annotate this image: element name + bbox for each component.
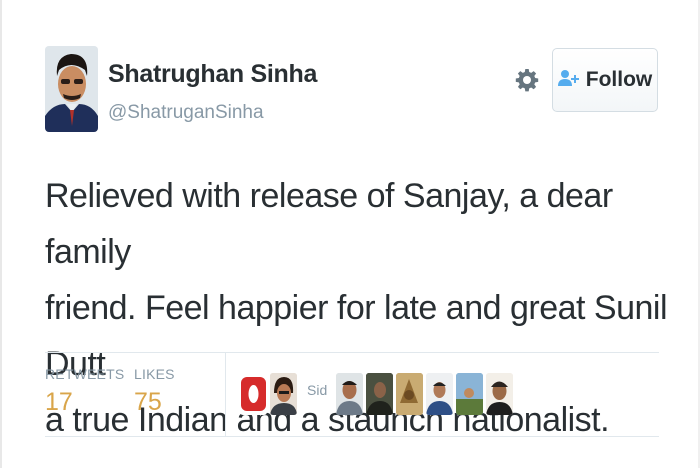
author-avatar[interactable]: [45, 46, 98, 132]
likes-stat[interactable]: LIKES 75: [134, 366, 175, 417]
stats-divider-top: [45, 352, 659, 353]
retweets-stat[interactable]: RETWEETS 17: [45, 366, 124, 417]
author-name[interactable]: Shatrughan Sinha: [108, 60, 317, 89]
follow-button-label: Follow: [585, 68, 653, 91]
author-handle[interactable]: @ShatruganSinha: [108, 102, 264, 124]
retweets-label: RETWEETS: [45, 366, 125, 382]
likes-label: LIKES: [134, 366, 175, 382]
likers-partial-label: Sid: [307, 382, 328, 398]
liker-avatar[interactable]: [486, 373, 513, 415]
liker-avatar[interactable]: [456, 373, 483, 415]
liker-avatar[interactable]: [426, 373, 453, 415]
liker-avatar[interactable]: [336, 373, 363, 415]
liker-avatar[interactable]: [366, 373, 393, 415]
liker-avatar[interactable]: [270, 373, 297, 415]
gear-icon[interactable]: [514, 66, 540, 94]
likes-count: 75: [134, 388, 162, 416]
tweet-line: Relieved with release of Sanjay, a dear …: [45, 177, 613, 271]
liker-avatar[interactable]: [396, 373, 423, 415]
left-edge-rule: [0, 0, 2, 468]
add-person-icon: [557, 69, 580, 92]
stats-divider-bottom: [45, 436, 659, 437]
retweets-count: 17: [45, 388, 73, 416]
liker-avatar[interactable]: [240, 373, 267, 415]
stats-divider-vertical: [225, 353, 226, 436]
follow-button[interactable]: Follow: [552, 48, 658, 112]
